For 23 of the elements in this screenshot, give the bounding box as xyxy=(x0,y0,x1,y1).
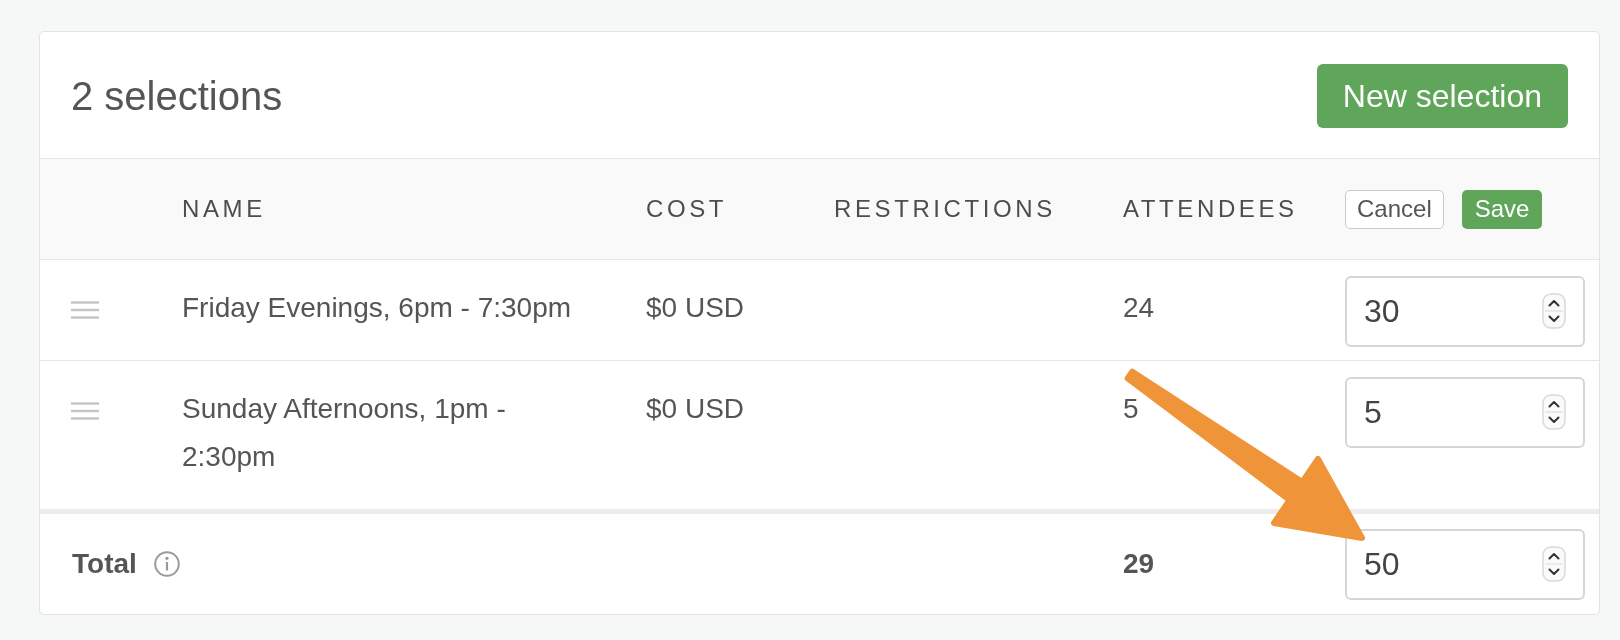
column-header: RESTRICTIONS xyxy=(834,195,1056,222)
number-input[interactable]: 5 xyxy=(1345,377,1585,448)
total-label: Total xyxy=(72,548,137,580)
info-icon[interactable] xyxy=(153,551,180,577)
column-header: ATTENDEES xyxy=(1123,195,1298,222)
stepper-icon[interactable] xyxy=(1542,545,1566,582)
drag-handle-icon[interactable] xyxy=(71,301,99,319)
cost-value: $0 USD xyxy=(646,393,745,424)
stepper-icon[interactable] xyxy=(1542,394,1566,430)
panel-title: 2 selections xyxy=(71,73,283,119)
cancel-button[interactable]: Cancel xyxy=(1345,189,1444,229)
attendee-count: 24 xyxy=(1123,292,1155,323)
cost-value: $0 USD xyxy=(646,292,745,323)
number-input[interactable]: 30 xyxy=(1345,276,1585,347)
selection-name: Friday Evenings, 6pm - 7:30pm xyxy=(182,292,572,323)
column-header: NAME xyxy=(182,195,266,222)
drag-handle-icon[interactable] xyxy=(71,402,99,420)
attendee-count: 5 xyxy=(1123,393,1139,424)
total-attendee-count: 29 xyxy=(1123,548,1155,579)
column-header: COST xyxy=(646,195,728,222)
selection-name: Sunday Afternoons, 1pm - 2:30pm xyxy=(182,393,506,472)
stepper-icon[interactable] xyxy=(1542,293,1566,329)
number-input[interactable]: 50 xyxy=(1345,528,1585,600)
